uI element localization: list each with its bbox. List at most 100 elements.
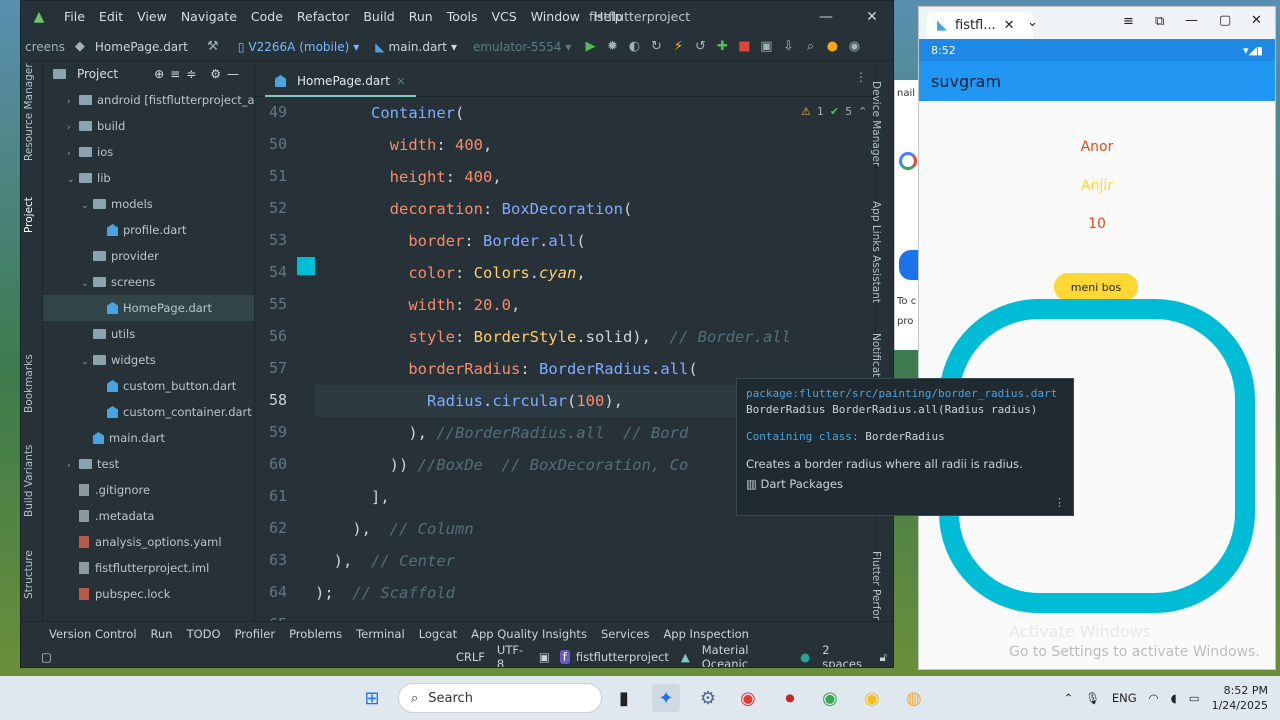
emulator-selector[interactable]: emulator-5554 ▾ xyxy=(465,38,579,56)
clock[interactable]: 8:52 PM 1/24/2025 xyxy=(1212,683,1268,713)
readonly-icon[interactable]: ▣ xyxy=(533,650,556,664)
tree-item[interactable]: ⌄ screens xyxy=(43,269,254,297)
indent-setting[interactable]: 2 spaces xyxy=(816,643,873,667)
start-icon[interactable]: ⊞ xyxy=(358,684,386,712)
close-tab-icon[interactable]: × xyxy=(396,74,406,88)
tree-arrow-icon[interactable]: › xyxy=(67,89,79,115)
menu-edit[interactable]: Edit xyxy=(92,1,130,33)
microphone-icon[interactable]: 🎙︎ xyxy=(1085,691,1100,705)
tree-arrow-icon[interactable]: ⌄ xyxy=(81,271,93,297)
tree-item[interactable]: ⌄ models xyxy=(43,191,254,219)
chrome-profile2-icon[interactable]: ◉ xyxy=(858,684,886,712)
doc-package[interactable]: package:flutter/src/painting/border_radi… xyxy=(746,387,1064,400)
doc-packages-link[interactable]: ▥ Dart Packages xyxy=(746,477,1064,491)
breadcrumb-file[interactable]: HomePage.dart xyxy=(91,40,192,54)
apply-changes-icon[interactable]: ✚ xyxy=(711,39,733,54)
gear-icon[interactable]: ⚙ xyxy=(210,67,221,81)
locate-icon[interactable]: ⊕ xyxy=(154,67,164,81)
language-indicator[interactable]: ENG xyxy=(1112,691,1137,705)
minimize-button[interactable]: — xyxy=(1185,13,1198,28)
tree-item[interactable]: .gitignore xyxy=(43,477,254,503)
popout-icon[interactable]: ⧉ xyxy=(1155,14,1164,29)
tree-item[interactable]: provider xyxy=(43,243,254,269)
tree-arrow-icon[interactable]: › xyxy=(67,115,79,141)
close-tab-icon[interactable]: ✕ xyxy=(1004,18,1015,33)
update-icon[interactable]: ● xyxy=(821,39,843,54)
tab-homepage-dart[interactable]: HomePage.dart × xyxy=(265,67,416,97)
panel-toggle-icon[interactable]: ▢ xyxy=(35,650,58,664)
chevron-up-icon[interactable]: ⌃ xyxy=(1064,691,1074,705)
flutter-performance-tab[interactable]: Flutter Perform xyxy=(870,551,882,630)
tree-item[interactable]: .metadata xyxy=(43,503,254,529)
project-panel-title[interactable]: Project xyxy=(77,67,118,81)
problems-tab[interactable]: Problems xyxy=(289,627,342,641)
close-button[interactable]: ✕ xyxy=(849,1,893,33)
close-button[interactable]: ✕ xyxy=(1251,13,1262,28)
chrome-taskbar-icon[interactable]: ◉ xyxy=(734,684,762,712)
menu-navigate[interactable]: Navigate xyxy=(174,1,244,33)
settings-taskbar-icon[interactable]: ⚙ xyxy=(694,684,722,712)
task-view-icon[interactable]: ▮ xyxy=(610,684,638,712)
menu-window[interactable]: Window xyxy=(524,1,587,33)
notifications-tab[interactable]: Notificati xyxy=(870,333,882,380)
logcat-tab[interactable]: Logcat xyxy=(419,627,457,641)
chrome-profile-icon[interactable]: ◉ xyxy=(816,684,844,712)
attach-icon[interactable]: ↻ xyxy=(645,39,667,54)
menu-code[interactable]: Code xyxy=(244,1,290,33)
tree-arrow-icon[interactable]: › xyxy=(67,453,79,479)
tree-item[interactable]: ⌄ lib xyxy=(43,165,254,193)
maximize-button[interactable]: ▢ xyxy=(1219,13,1231,28)
services-tab[interactable]: Services xyxy=(601,627,650,641)
tree-item[interactable]: analysis_options.yaml xyxy=(43,529,254,555)
more-tabs-icon[interactable]: ⋮ xyxy=(855,70,867,84)
wifi-icon[interactable]: ◠ xyxy=(1149,691,1159,705)
tree-arrow-icon[interactable]: ⌄ xyxy=(67,167,79,193)
profiler-tab[interactable]: Profiler xyxy=(235,627,276,641)
expand-all-icon[interactable]: ≡ xyxy=(170,67,180,81)
theme-name[interactable]: Material Oceanic xyxy=(696,643,794,667)
menu-run[interactable]: Run xyxy=(402,1,440,33)
taskbar-search[interactable]: ⌕ Search xyxy=(398,683,602,713)
run-tab[interactable]: Run xyxy=(151,627,173,641)
hot-restart-icon[interactable]: ↺ xyxy=(689,39,711,54)
hot-reload-icon[interactable]: ⚡ xyxy=(667,39,689,54)
tree-item[interactable]: › ios xyxy=(43,139,254,165)
chevron-down-icon[interactable]: ⌄ xyxy=(1027,15,1038,30)
volume-icon[interactable]: ◖ xyxy=(1171,691,1177,705)
tree-item[interactable]: › test xyxy=(43,451,254,479)
device-selector[interactable]: ▯ V2266A (mobile) ▾ xyxy=(230,38,367,56)
tree-item[interactable]: ⌄ widgets xyxy=(43,347,254,373)
device-mirror-icon[interactable]: ▣ xyxy=(755,39,777,54)
debug-icon[interactable]: ✹ xyxy=(601,39,623,54)
tree-item[interactable]: custom_button.dart xyxy=(43,373,254,399)
app-taskbar-icon[interactable]: ◍ xyxy=(900,684,928,712)
structure-tab[interactable]: Structure xyxy=(23,550,35,599)
tree-item[interactable]: › android [fistflutterproject_and xyxy=(43,87,254,115)
android-studio-taskbar-icon[interactable]: ✦ xyxy=(652,684,680,712)
sdk-manager-icon[interactable]: ⇩ xyxy=(777,39,799,54)
tree-item[interactable]: custom_container.dart xyxy=(43,399,254,425)
project-tab[interactable]: Project xyxy=(23,197,35,233)
collapse-all-icon[interactable]: ≑ xyxy=(186,67,196,81)
build-variants-tab[interactable]: Build Variants xyxy=(23,445,35,517)
stop-icon[interactable]: ■ xyxy=(733,39,755,54)
app-inspection-tab[interactable]: App Inspection xyxy=(663,627,749,641)
app-quality-insights-tab[interactable]: App Quality Insights xyxy=(471,627,587,641)
bookmarks-tab[interactable]: Bookmarks xyxy=(23,354,35,413)
line-separator[interactable]: CRLF xyxy=(450,650,491,664)
menu-view[interactable]: View xyxy=(130,1,174,33)
project-name[interactable]: fistflutterproject xyxy=(570,650,675,664)
browser-blue-button[interactable] xyxy=(899,250,919,280)
emulator-tab[interactable]: ◣ fistfl... ✕ xyxy=(927,12,1033,39)
menu-vcs[interactable]: VCS xyxy=(485,1,524,33)
battery-icon[interactable]: ▭ xyxy=(1189,691,1200,705)
device-manager-tab[interactable]: Device Manager xyxy=(870,81,882,166)
tree-arrow-icon[interactable]: ⌄ xyxy=(81,193,93,219)
tree-item[interactable]: › build xyxy=(43,113,254,141)
run-icon[interactable]: ▶ xyxy=(579,39,601,54)
file-encoding[interactable]: UTF-8 xyxy=(491,643,533,667)
version-control-tab[interactable]: Version Control xyxy=(49,627,137,641)
meni-bos-button[interactable]: meni bos xyxy=(1054,273,1138,301)
code-area[interactable]: Container( width: 400, height: 400, deco… xyxy=(315,97,875,621)
resource-manager-tab[interactable]: Resource Manager xyxy=(23,63,35,161)
